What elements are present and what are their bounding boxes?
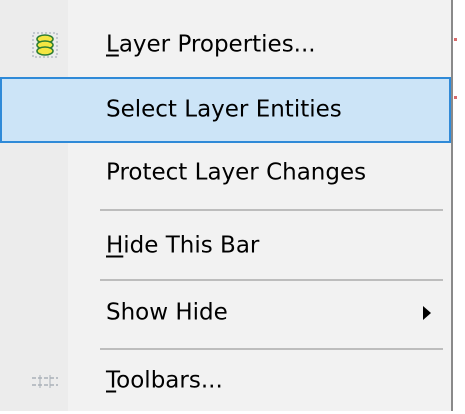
- menu-item-layer-properties[interactable]: Layer Properties...: [0, 12, 451, 78]
- context-menu: Layer Properties... Select Layer Entitie…: [0, 0, 453, 411]
- menu-item-toolbars[interactable]: Toolbars...: [0, 348, 451, 414]
- submenu-arrow-icon: [423, 306, 431, 320]
- menu-item-label: Protect Layer Changes: [106, 159, 367, 186]
- background-red-mark: [454, 38, 457, 41]
- background-window-edge: [453, 0, 465, 411]
- background-red-mark: [454, 96, 457, 99]
- layers-icon: [30, 30, 60, 60]
- menu-item-show-hide[interactable]: Show Hide: [0, 280, 451, 346]
- toolbars-icon: [30, 366, 60, 396]
- menu-item-hide-this-bar[interactable]: Hide This Bar: [0, 213, 451, 279]
- menu-item-protect-layer-changes[interactable]: Protect Layer Changes: [0, 140, 451, 206]
- menu-item-select-layer-entities[interactable]: Select Layer Entities: [0, 77, 451, 143]
- menu-item-label: Select Layer Entities: [106, 96, 342, 123]
- menu-item-label: Toolbars...: [106, 367, 223, 394]
- menu-separator: [100, 209, 443, 211]
- menu-item-label: Hide This Bar: [106, 232, 260, 259]
- menu-item-label: Layer Properties...: [106, 31, 316, 58]
- menu-item-label: Show Hide: [106, 299, 228, 326]
